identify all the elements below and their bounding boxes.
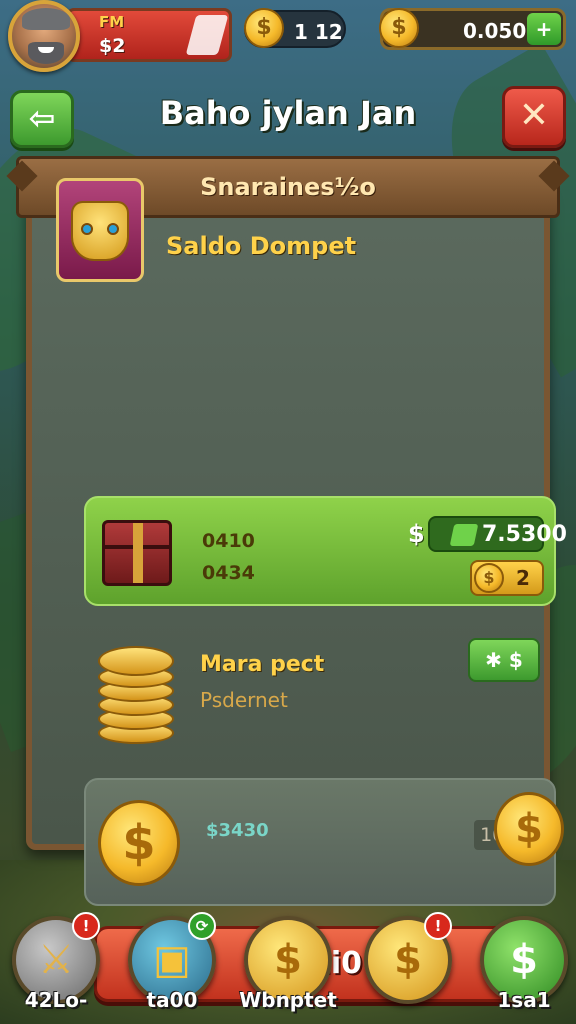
coin-count: 1 12 [294, 20, 343, 44]
avatar-beard [28, 42, 64, 64]
buy-button[interactable]: ✱ $ [468, 638, 540, 682]
coin-layer [98, 646, 174, 676]
price-symbol: $ [408, 520, 425, 548]
price-pill: 7.5300 [428, 516, 567, 552]
coin-stack-icon [94, 638, 178, 744]
add-currency-button[interactable]: + [527, 13, 561, 45]
nav-alert-badge: ! [424, 912, 452, 940]
coin-icon: $ [474, 563, 504, 593]
balance-row: $ $3430 1000) [84, 778, 556, 906]
coin-counter[interactable]: $ 1 12 [244, 8, 346, 48]
floating-coin-button[interactable]: $ [494, 792, 564, 866]
cash-bill-icon [449, 524, 479, 546]
offer-row-chest[interactable]: 0410 0434 $ 7.5300 $ 2 [84, 496, 567, 606]
nav-label: 42Lo- [24, 988, 88, 1012]
close-button[interactable]: ✕ [502, 86, 566, 148]
nav-label: ta00 [146, 988, 198, 1012]
wallet-panel: 0410 0434 $ 7.5300 $ 2 Mara pect Psderne… [26, 190, 567, 1002]
offer-line-2: 0434 [202, 562, 255, 584]
mask-face [71, 201, 129, 261]
coin-reward-badge: $ 2 [470, 560, 544, 596]
health-value: $2 [99, 35, 126, 57]
chest-band [133, 523, 143, 583]
dollar-coin-icon: $ [98, 800, 180, 886]
coin-icon: $ [244, 8, 284, 48]
coin-reward-count: 2 [516, 566, 530, 590]
mask-eye [107, 223, 119, 235]
player-avatar[interactable] [8, 0, 80, 72]
health-bar: FM $2 [66, 8, 232, 62]
gem-count: 0.050 [463, 19, 527, 43]
health-bar-shine [185, 15, 229, 55]
offer-row-coins[interactable]: Mara pect Psdernet ✱ $ [84, 628, 556, 752]
avatar-hair [22, 8, 70, 30]
mask-eye [81, 223, 93, 235]
health-label: FM [99, 13, 125, 31]
nav-alert-badge: ! [72, 912, 100, 940]
nav-item-shop[interactable]: $ 1sa1 [476, 916, 572, 1016]
dollar-coin-icon: $ [379, 8, 419, 48]
nav-item-chest[interactable]: ▣ ⟳ ta00 [124, 912, 220, 1016]
nav-label: Wbnptet [239, 988, 337, 1012]
offer-line-1: 0410 [202, 530, 255, 552]
page-title: Baho jylan Jan [159, 94, 417, 132]
tribal-mask-icon [56, 178, 144, 282]
gem-counter[interactable]: $ 0.050 + [379, 8, 566, 50]
chest-icon [102, 520, 172, 586]
nav-refresh-badge: ⟳ [188, 912, 216, 940]
balance-amount: $3430 [206, 820, 269, 841]
section-title: Saldo Dompet [166, 232, 357, 260]
nav-item-wallet[interactable]: $ Wbnptet [239, 916, 337, 1016]
offer-subtitle: Psdernet [200, 688, 288, 712]
offer-title: Mara pect [200, 652, 325, 677]
price-value: 7.5300 [482, 522, 567, 547]
nav-label: 1sa1 [497, 988, 551, 1012]
nav-item-sword[interactable]: ⚔ ! 42Lo- [8, 912, 104, 1016]
nav-item-coin[interactable]: $ ! [360, 912, 456, 1016]
